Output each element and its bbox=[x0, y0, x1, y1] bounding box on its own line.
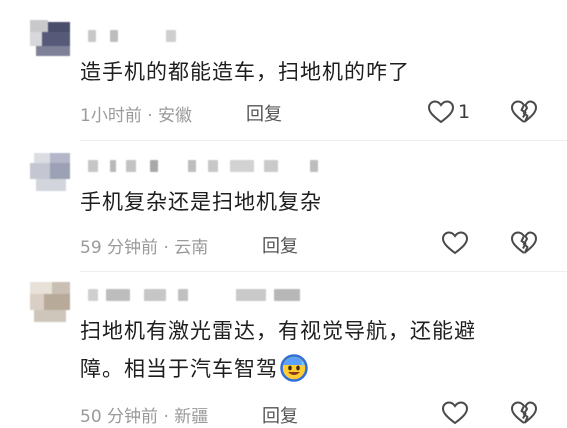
heart-outline-icon bbox=[427, 99, 455, 125]
comment-time: 1小时前 bbox=[80, 106, 142, 126]
comment-text: 造手机的都能造车，扫地机的咋了 bbox=[80, 60, 410, 84]
comment-item: 造手机的都能造车，扫地机的咋了 1小时前 · 安徽 回复 1 bbox=[0, 0, 567, 140]
comment-text-line: 扫地机有激光雷达，有视觉导航，还能避 bbox=[80, 319, 476, 343]
reply-button[interactable]: 回复 bbox=[262, 402, 298, 428]
broken-heart-icon bbox=[510, 99, 538, 125]
heart-outline-icon bbox=[441, 400, 469, 426]
comment-item: 扫地机有激光雷达，有视觉导航，还能避 障。相当于汽车智驾 50 分钟前 · 新疆… bbox=[0, 272, 567, 427]
comment-meta: 1小时前 · 安徽 bbox=[80, 106, 193, 126]
username-blurred[interactable] bbox=[88, 160, 328, 172]
comment-location: 安徽 bbox=[158, 106, 193, 126]
comment-meta: 59 分钟前 · 云南 bbox=[80, 238, 209, 258]
username-blurred[interactable] bbox=[88, 30, 198, 42]
username-blurred[interactable] bbox=[88, 289, 318, 301]
comment-time: 59 分钟前 bbox=[80, 238, 159, 258]
dislike-button[interactable] bbox=[510, 99, 538, 125]
comment-meta: 50 分钟前 · 新疆 bbox=[80, 407, 209, 427]
comment-location: 新疆 bbox=[174, 407, 209, 427]
comment-text: 扫地机有激光雷达，有视觉导航，还能避 障。相当于汽车智驾 bbox=[80, 312, 543, 394]
heart-outline-icon bbox=[441, 230, 469, 256]
reply-button[interactable]: 回复 bbox=[246, 100, 282, 126]
broken-heart-icon bbox=[510, 230, 538, 256]
like-button[interactable]: 1 bbox=[427, 99, 470, 125]
comment-item: 手机复杂还是扫地机复杂 59 分钟前 · 云南 回复 bbox=[0, 141, 567, 271]
comment-time: 50 分钟前 bbox=[80, 407, 159, 427]
like-count: 1 bbox=[458, 101, 471, 123]
grinning-sweat-emoji-icon bbox=[280, 354, 308, 394]
avatar[interactable] bbox=[30, 153, 70, 193]
like-button[interactable] bbox=[441, 230, 472, 256]
like-button[interactable] bbox=[441, 400, 472, 426]
comment-location: 云南 bbox=[174, 238, 209, 258]
broken-heart-icon bbox=[510, 400, 538, 426]
comment-text: 手机复杂还是扫地机复杂 bbox=[80, 190, 322, 214]
reply-button[interactable]: 回复 bbox=[262, 232, 298, 258]
avatar[interactable] bbox=[30, 20, 70, 60]
dislike-button[interactable] bbox=[510, 400, 538, 426]
comment-text-line: 障。相当于汽车智驾 bbox=[80, 350, 543, 394]
dislike-button[interactable] bbox=[510, 230, 538, 256]
avatar[interactable] bbox=[30, 282, 70, 322]
